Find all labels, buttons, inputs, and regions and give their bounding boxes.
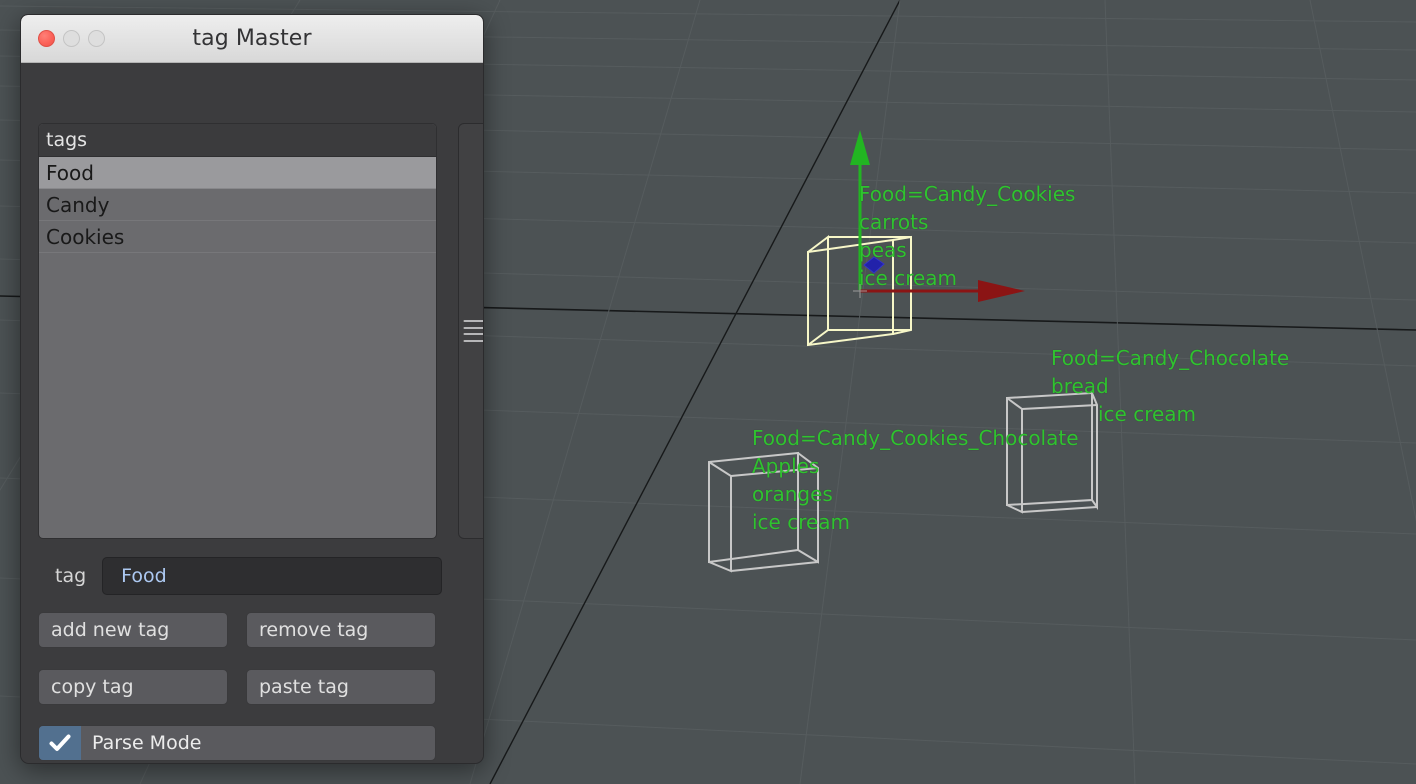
tags-list-header: tags bbox=[39, 124, 436, 157]
dialog-body: tags Food Candy Cookies tag Food add new… bbox=[21, 63, 483, 763]
object-label-line: Food=Candy_Cookies bbox=[859, 182, 1076, 206]
list-item[interactable]: Cookies bbox=[39, 221, 436, 253]
parse-mode-checkbox[interactable]: Parse Mode bbox=[38, 725, 436, 761]
window-controls bbox=[21, 30, 105, 47]
tags-list[interactable]: tags Food Candy Cookies bbox=[38, 123, 437, 539]
object-label-line: bread bbox=[1051, 374, 1109, 398]
list-item-label: Candy bbox=[46, 192, 110, 217]
object-label-line: ice cream bbox=[752, 510, 851, 534]
object-label-group-cube-selected: Food=Candy_Cookies carrots peas ice crea… bbox=[859, 180, 1075, 292]
add-new-tag-button[interactable]: add new tag bbox=[38, 612, 228, 648]
object-label-line: ice cream bbox=[1098, 402, 1197, 426]
list-item-label: Food bbox=[46, 160, 94, 185]
remove-tag-button[interactable]: remove tag bbox=[246, 612, 436, 648]
parse-mode-label: Parse Mode bbox=[92, 732, 202, 754]
window-titlebar[interactable]: tag Master bbox=[21, 15, 483, 63]
object-label-line: Food=Candy_Chocolate bbox=[1051, 346, 1290, 370]
object-label-line: Food=Candy_Cookies_Chocolate bbox=[752, 426, 1079, 450]
object-label-line: Apples bbox=[752, 454, 820, 478]
minimize-button[interactable] bbox=[63, 30, 80, 47]
close-button[interactable] bbox=[38, 30, 55, 47]
scrollbar-grip[interactable] bbox=[463, 320, 483, 342]
screen: Food=Candy_Cookies carrots peas ice crea… bbox=[0, 0, 1416, 784]
tag-field-row: tag Food bbox=[55, 557, 459, 595]
copy-tag-button[interactable]: copy tag bbox=[38, 669, 228, 705]
object-label-group-cube-left: Food=Candy_Cookies_Chocolate Apples oran… bbox=[752, 424, 1079, 536]
object-label-group-cube-right: Food=Candy_Chocolate bread ice cream bbox=[1051, 344, 1289, 428]
tag-field-label: tag bbox=[55, 565, 87, 587]
object-label-line: ice cream bbox=[859, 266, 958, 290]
tag-input[interactable]: Food bbox=[102, 557, 443, 595]
list-item-label: Cookies bbox=[46, 224, 125, 249]
tag-master-window[interactable]: tag Master tags Food Candy Cookies tag F… bbox=[20, 14, 484, 764]
list-item[interactable]: Food bbox=[39, 157, 436, 189]
paste-tag-button[interactable]: paste tag bbox=[246, 669, 436, 705]
object-label-line: peas bbox=[859, 238, 907, 262]
checkmark-icon bbox=[39, 726, 81, 760]
maximize-button[interactable] bbox=[88, 30, 105, 47]
object-label-line: oranges bbox=[752, 482, 833, 506]
list-item[interactable]: Candy bbox=[39, 189, 436, 221]
tags-list-scrollbar[interactable] bbox=[458, 123, 483, 539]
object-label-line: carrots bbox=[859, 210, 929, 234]
